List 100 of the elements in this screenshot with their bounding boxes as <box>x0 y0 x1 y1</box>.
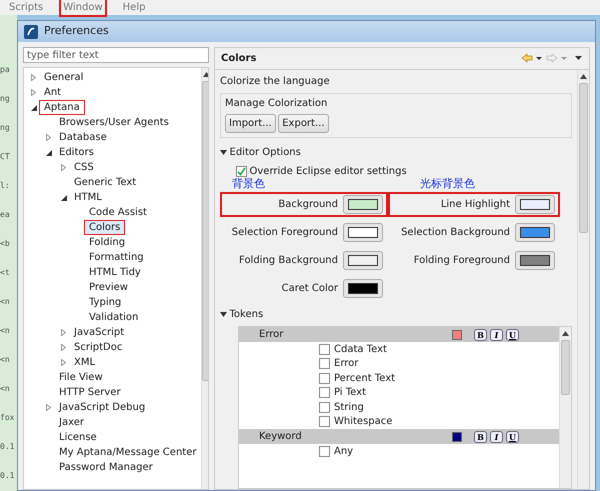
color-picker-button[interactable] <box>343 278 383 298</box>
code-fragment: <n <box>0 383 11 396</box>
tree-item[interactable]: XML <box>69 355 100 370</box>
token-checkbox[interactable]: Percent Text <box>239 371 559 386</box>
code-fragment: l: <box>0 180 11 192</box>
collapsed-icon[interactable] <box>46 134 51 141</box>
code-fragment: fox <box>0 412 16 424</box>
style-toggle-button[interactable]: I <box>490 328 503 340</box>
tree-item[interactable]: Database <box>54 130 112 145</box>
color-picker-button[interactable] <box>343 194 383 214</box>
color-picker-button[interactable] <box>515 194 555 214</box>
checkmark-icon <box>237 166 246 176</box>
color-swatch[interactable] <box>452 330 462 340</box>
expanded-icon[interactable] <box>60 194 66 200</box>
color-label: Line Highlight <box>440 198 510 212</box>
style-toggle-button[interactable]: U <box>506 430 519 442</box>
tree-item[interactable]: Folding <box>84 235 130 250</box>
tree-item[interactable]: Generic Text <box>69 175 142 190</box>
tree-item[interactable]: JavaScript Debug <box>54 400 150 415</box>
collapsed-icon[interactable] <box>61 329 66 336</box>
tree-item[interactable]: Preview <box>84 280 133 295</box>
tree-item[interactable]: General <box>39 70 88 85</box>
tree-item[interactable]: My Aptana/Message Center <box>54 445 202 460</box>
code-fragment: 0.1 <box>0 441 16 454</box>
scrollbar[interactable] <box>559 327 571 488</box>
tree-item[interactable]: Browsers/User Agents <box>54 115 174 130</box>
scroll-up-icon[interactable] <box>580 73 587 80</box>
tree-item[interactable]: HTTP Server <box>54 385 126 400</box>
scrollbar[interactable] <box>577 70 589 489</box>
page-description: Colorize the language <box>220 75 331 89</box>
token-checkbox[interactable]: Error <box>239 356 559 371</box>
code-fragment: CT <box>0 150 11 163</box>
collapsed-icon[interactable] <box>31 74 36 81</box>
code-fragment: <n <box>0 354 11 366</box>
collapsed-icon[interactable] <box>46 404 51 411</box>
checkbox-label: Pi Text <box>334 386 366 400</box>
annotation-note: 背景色 <box>232 176 265 192</box>
tree-item[interactable]: File View <box>54 370 108 385</box>
style-toggle-button[interactable]: B <box>474 328 487 340</box>
tree-item[interactable]: Colors <box>84 220 126 235</box>
tree-item[interactable]: ScriptDoc <box>69 340 128 355</box>
menu-item[interactable]: Window <box>59 0 107 17</box>
color-picker-button[interactable] <box>515 250 555 270</box>
tree-item[interactable]: HTML <box>69 190 107 205</box>
tree-item[interactable]: Editors <box>54 145 99 160</box>
color-picker-button[interactable] <box>343 222 383 242</box>
tree-item[interactable]: Formatting <box>84 250 149 265</box>
tree-item[interactable]: HTML Tidy <box>84 265 146 280</box>
style-toggle-button[interactable]: U <box>506 328 519 340</box>
color-swatch[interactable] <box>452 432 462 442</box>
tree-item[interactable]: Aptana <box>39 100 85 115</box>
tree-item[interactable]: Validation <box>84 310 144 325</box>
checkbox-label: Override Eclipse editor settings <box>250 164 407 178</box>
token-checkbox[interactable]: Any <box>239 444 559 458</box>
token-checkbox[interactable]: Pi Text <box>239 386 559 400</box>
menu-item[interactable]: Help <box>118 0 150 17</box>
action-button[interactable]: Export... <box>278 114 329 133</box>
expanded-icon[interactable] <box>30 104 36 110</box>
collapsed-icon[interactable] <box>61 344 66 351</box>
tree-item[interactable]: Jaxer <box>54 415 89 430</box>
tree-item[interactable]: Ant <box>39 85 66 100</box>
navigation-arrows-icon[interactable] <box>521 53 583 64</box>
token-group-name: Keyword <box>259 430 302 444</box>
section-label: Editor Options <box>230 146 301 160</box>
filter-field[interactable]: type filter text <box>23 47 209 63</box>
tree-item[interactable]: Code Assist <box>84 205 152 220</box>
code-fragment: <t <box>0 266 11 279</box>
checkbox-label: Percent Text <box>334 372 396 386</box>
override-checkbox[interactable]: Override Eclipse editor settings <box>220 164 572 178</box>
token-checkbox[interactable]: Whitespace <box>239 414 559 429</box>
collapsed-icon[interactable] <box>61 164 66 171</box>
scrollbar[interactable] <box>201 68 208 489</box>
scroll-up-icon[interactable] <box>203 71 208 78</box>
tree-item[interactable]: CSS <box>69 160 99 175</box>
token-checkbox[interactable]: Cdata Text <box>239 342 559 356</box>
expanded-icon[interactable] <box>220 312 227 317</box>
color-label: Selection Foreground <box>232 226 338 240</box>
collapsed-icon[interactable] <box>31 89 36 96</box>
tree-item[interactable]: License <box>54 430 102 445</box>
tree-item[interactable]: Password Manager <box>54 460 158 475</box>
checkbox-label: String <box>334 400 364 415</box>
collapsed-icon[interactable] <box>61 359 66 366</box>
scroll-up-icon[interactable] <box>562 330 569 337</box>
code-fragment: ea <box>0 208 11 221</box>
expanded-icon[interactable] <box>220 150 227 154</box>
action-button[interactable]: Import... <box>225 114 276 133</box>
expanded-icon[interactable] <box>46 150 52 156</box>
color-picker-button[interactable] <box>515 222 555 242</box>
tree-item[interactable]: JavaScript <box>69 325 130 340</box>
color-label: Folding Foreground <box>414 254 510 268</box>
token-checkbox[interactable]: String <box>239 400 559 414</box>
color-picker-button[interactable] <box>343 250 383 270</box>
style-toggle-button[interactable]: I <box>490 430 503 442</box>
tree-item[interactable]: Typing <box>84 295 126 310</box>
code-fragment: <n <box>0 296 11 308</box>
checkbox-label: Error <box>334 357 358 372</box>
style-toggle-button[interactable]: B <box>474 430 487 442</box>
checkbox-label: Any <box>334 444 354 459</box>
menu-item[interactable]: Scripts <box>5 0 48 17</box>
code-fragment: 0.1 <box>0 470 16 482</box>
